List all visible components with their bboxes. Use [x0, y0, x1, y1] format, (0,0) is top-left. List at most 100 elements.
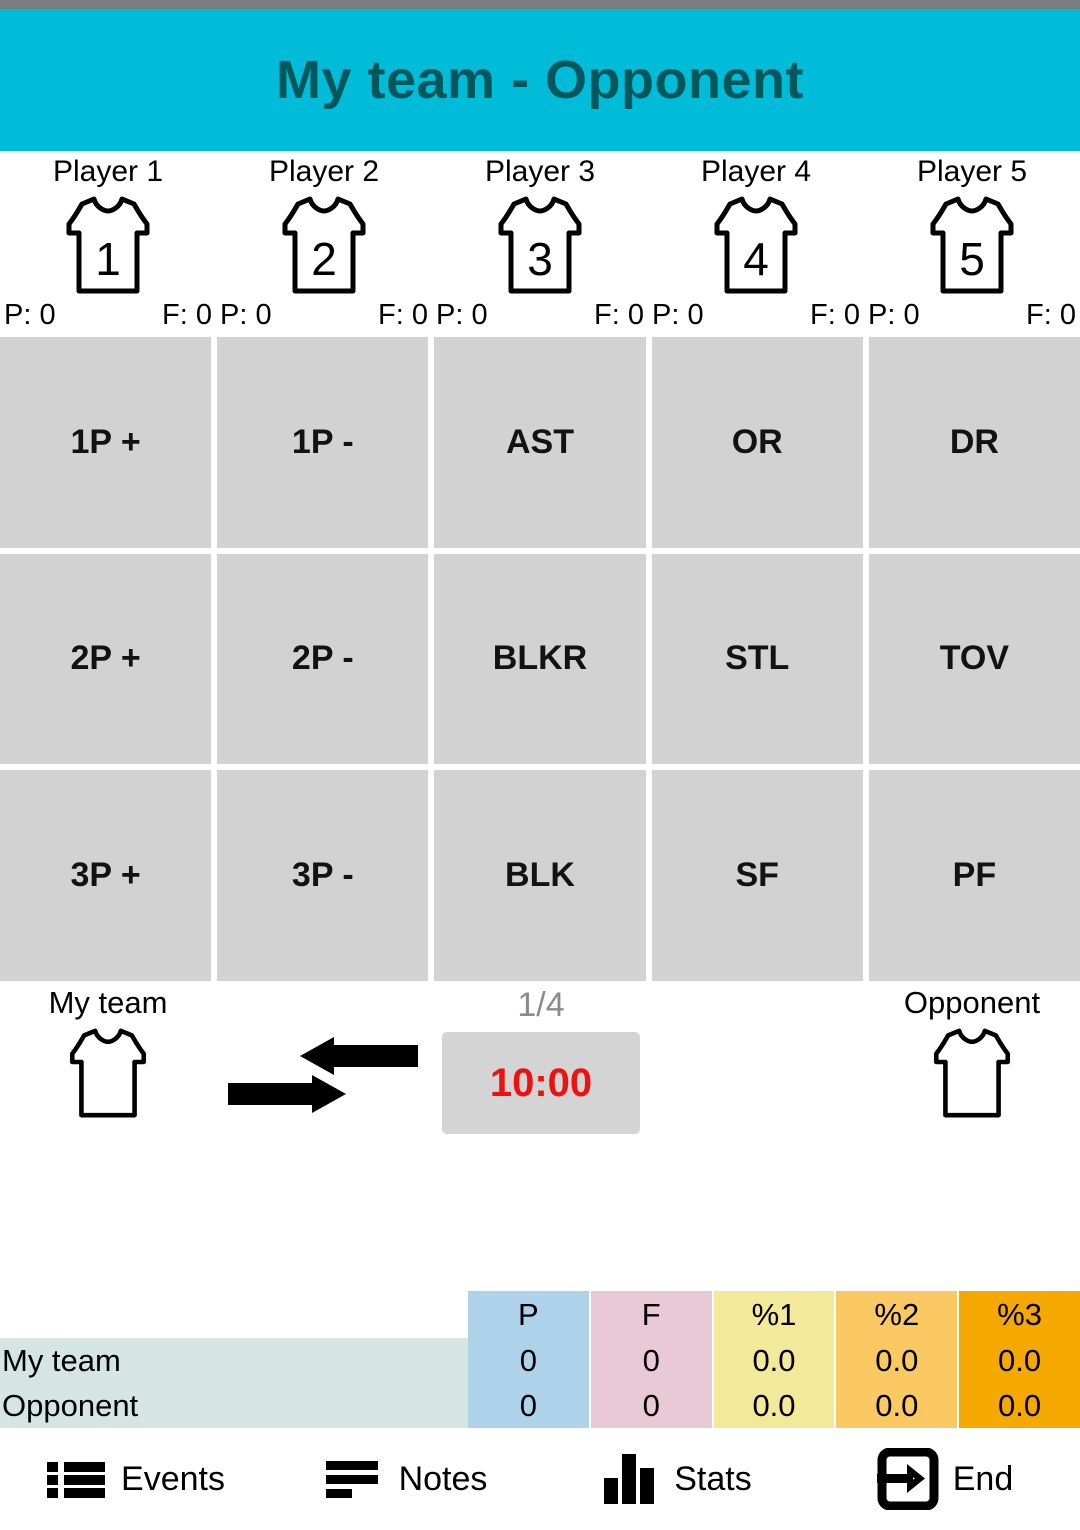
column-header: P — [518, 1296, 539, 1332]
action-button-1p-plus[interactable]: 1P + — [0, 337, 212, 548]
table-cell: 0.0 — [998, 1342, 1042, 1378]
scoreboard-table: My team Opponent P 0 0 F 0 0 %1 0.0 0.0 … — [0, 1291, 1080, 1428]
mid-controls: My team 1/4 10:00 Opponent — [0, 985, 1080, 1185]
jersey-icon[interactable]: 4 — [708, 193, 804, 297]
action-button-pf[interactable]: PF — [868, 770, 1080, 981]
exit-icon — [876, 1448, 939, 1510]
nav-label: Stats — [674, 1459, 752, 1498]
points-label: P: 0 — [652, 299, 704, 331]
table-cell: 0.0 — [752, 1342, 796, 1378]
action-button-sf[interactable]: SF — [651, 770, 863, 981]
player-name: Player 1 — [52, 155, 164, 188]
player-stat-2: P: 0 F: 0 — [216, 299, 432, 332]
home-team-label: My team — [48, 985, 168, 1020]
lines-icon — [323, 1448, 385, 1510]
player-stat-3: P: 0 F: 0 — [432, 299, 648, 332]
away-team-jersey-icon[interactable] — [928, 1025, 1016, 1121]
player-name: Player 5 — [916, 155, 1028, 188]
action-button-or[interactable]: OR — [651, 337, 863, 548]
action-button-tov[interactable]: TOV — [868, 553, 1080, 765]
app-root: My team - Opponent Player 1 1 Player 2 2… — [0, 0, 1080, 1530]
action-button-blk[interactable]: BLK — [434, 770, 646, 981]
nav-item-events[interactable]: Events — [0, 1448, 270, 1510]
scoreboard-columns: P 0 0 F 0 0 %1 0.0 0.0 %2 0.0 0.0 %3 0.0… — [468, 1291, 1080, 1428]
action-button-2p-minus[interactable]: 2P - — [217, 553, 429, 765]
player-column-4[interactable]: Player 4 4 — [648, 155, 864, 297]
home-team-block[interactable]: My team — [0, 985, 216, 1121]
table-cell: 0.0 — [998, 1387, 1042, 1423]
home-team-jersey-icon[interactable] — [64, 1025, 152, 1121]
column-header: %2 — [874, 1296, 920, 1332]
scoreboard-column-fouls: F 0 0 — [590, 1291, 712, 1428]
status-bar — [0, 0, 1080, 9]
jersey-number: 4 — [743, 233, 769, 285]
action-button-stl[interactable]: STL — [651, 553, 863, 765]
away-team-label: Opponent — [903, 985, 1041, 1020]
scoreboard-row-team: My team — [2, 1342, 121, 1378]
jersey-icon[interactable]: 2 — [276, 193, 372, 297]
away-team-block[interactable]: Opponent — [864, 985, 1080, 1121]
players-row: Player 1 1 Player 2 2 Player 3 3 Player … — [0, 151, 1080, 297]
substitution-arrows-icon[interactable] — [228, 1037, 418, 1113]
nav-label: Events — [121, 1459, 225, 1498]
action-button-dr[interactable]: DR — [868, 337, 1080, 548]
jersey-number: 2 — [311, 233, 337, 285]
jersey-icon[interactable]: 5 — [924, 193, 1020, 297]
bar-chart-icon — [598, 1448, 660, 1510]
action-button-3p-plus[interactable]: 3P + — [0, 770, 212, 981]
table-cell: 0.0 — [875, 1387, 919, 1423]
jersey-number: 3 — [527, 233, 553, 285]
action-button-1p-minus[interactable]: 1P - — [217, 337, 429, 548]
action-button-ast[interactable]: AST — [434, 337, 646, 548]
jersey-icon[interactable]: 1 — [60, 193, 156, 297]
column-header: %3 — [997, 1296, 1042, 1332]
nav-item-end[interactable]: End — [810, 1448, 1080, 1510]
nav-item-notes[interactable]: Notes — [270, 1448, 540, 1510]
table-cell: 0.0 — [875, 1342, 919, 1378]
scoreboard-column-pct3: %3 0.0 0.0 — [959, 1291, 1080, 1428]
action-button-2p-plus[interactable]: 2P + — [0, 553, 212, 765]
action-button-grid: 1P + 1P - AST OR DR 2P + 2P - BLKR STL T… — [0, 337, 1080, 981]
points-label: P: 0 — [436, 299, 488, 331]
points-label: P: 0 — [868, 299, 920, 331]
player-stats-row: P: 0 F: 0 P: 0 F: 0 P: 0 F: 0 P: 0 F: 0 … — [0, 299, 1080, 332]
list-icon — [45, 1448, 107, 1510]
period-indicator: 1/4 — [517, 986, 565, 1024]
table-cell: 0 — [642, 1387, 660, 1423]
player-stat-1: P: 0 F: 0 — [0, 299, 216, 332]
fouls-label: F: 0 — [594, 299, 644, 331]
bottom-navigation: Events Notes Stats End — [0, 1428, 1080, 1530]
player-stat-4: P: 0 F: 0 — [648, 299, 864, 332]
player-stat-5: P: 0 F: 0 — [864, 299, 1080, 332]
nav-item-stats[interactable]: Stats — [540, 1448, 810, 1510]
action-button-3p-minus[interactable]: 3P - — [217, 770, 429, 981]
game-timer-button[interactable]: 10:00 — [442, 1032, 640, 1134]
fouls-label: F: 0 — [378, 299, 428, 331]
clock-block: 1/4 10:00 — [442, 985, 640, 1134]
scoreboard-column-pct2: %2 0.0 0.0 — [836, 1291, 958, 1428]
player-column-2[interactable]: Player 2 2 — [216, 155, 432, 297]
player-column-5[interactable]: Player 5 5 — [864, 155, 1080, 297]
nav-label: Notes — [398, 1459, 488, 1498]
scoreboard-team-names: My team Opponent — [0, 1291, 468, 1428]
column-header: %1 — [751, 1296, 797, 1332]
fouls-label: F: 0 — [810, 299, 860, 331]
scoreboard-column-points: P 0 0 — [468, 1291, 589, 1428]
player-name: Player 2 — [268, 155, 380, 188]
nav-label: End — [952, 1459, 1014, 1498]
player-column-1[interactable]: Player 1 1 — [0, 155, 216, 297]
jersey-icon[interactable]: 3 — [492, 193, 588, 297]
player-name: Player 3 — [484, 155, 596, 188]
action-button-blkr[interactable]: BLKR — [434, 553, 646, 765]
column-header: F — [641, 1296, 661, 1332]
player-column-3[interactable]: Player 3 3 — [432, 155, 648, 297]
app-header: My team - Opponent — [0, 9, 1080, 151]
points-label: P: 0 — [220, 299, 272, 331]
page-title: My team - Opponent — [275, 50, 804, 110]
fouls-label: F: 0 — [1026, 299, 1076, 331]
jersey-number: 1 — [95, 233, 121, 285]
table-cell: 0 — [642, 1342, 660, 1378]
scoreboard-row-team: Opponent — [2, 1387, 139, 1423]
table-cell: 0 — [519, 1342, 538, 1378]
